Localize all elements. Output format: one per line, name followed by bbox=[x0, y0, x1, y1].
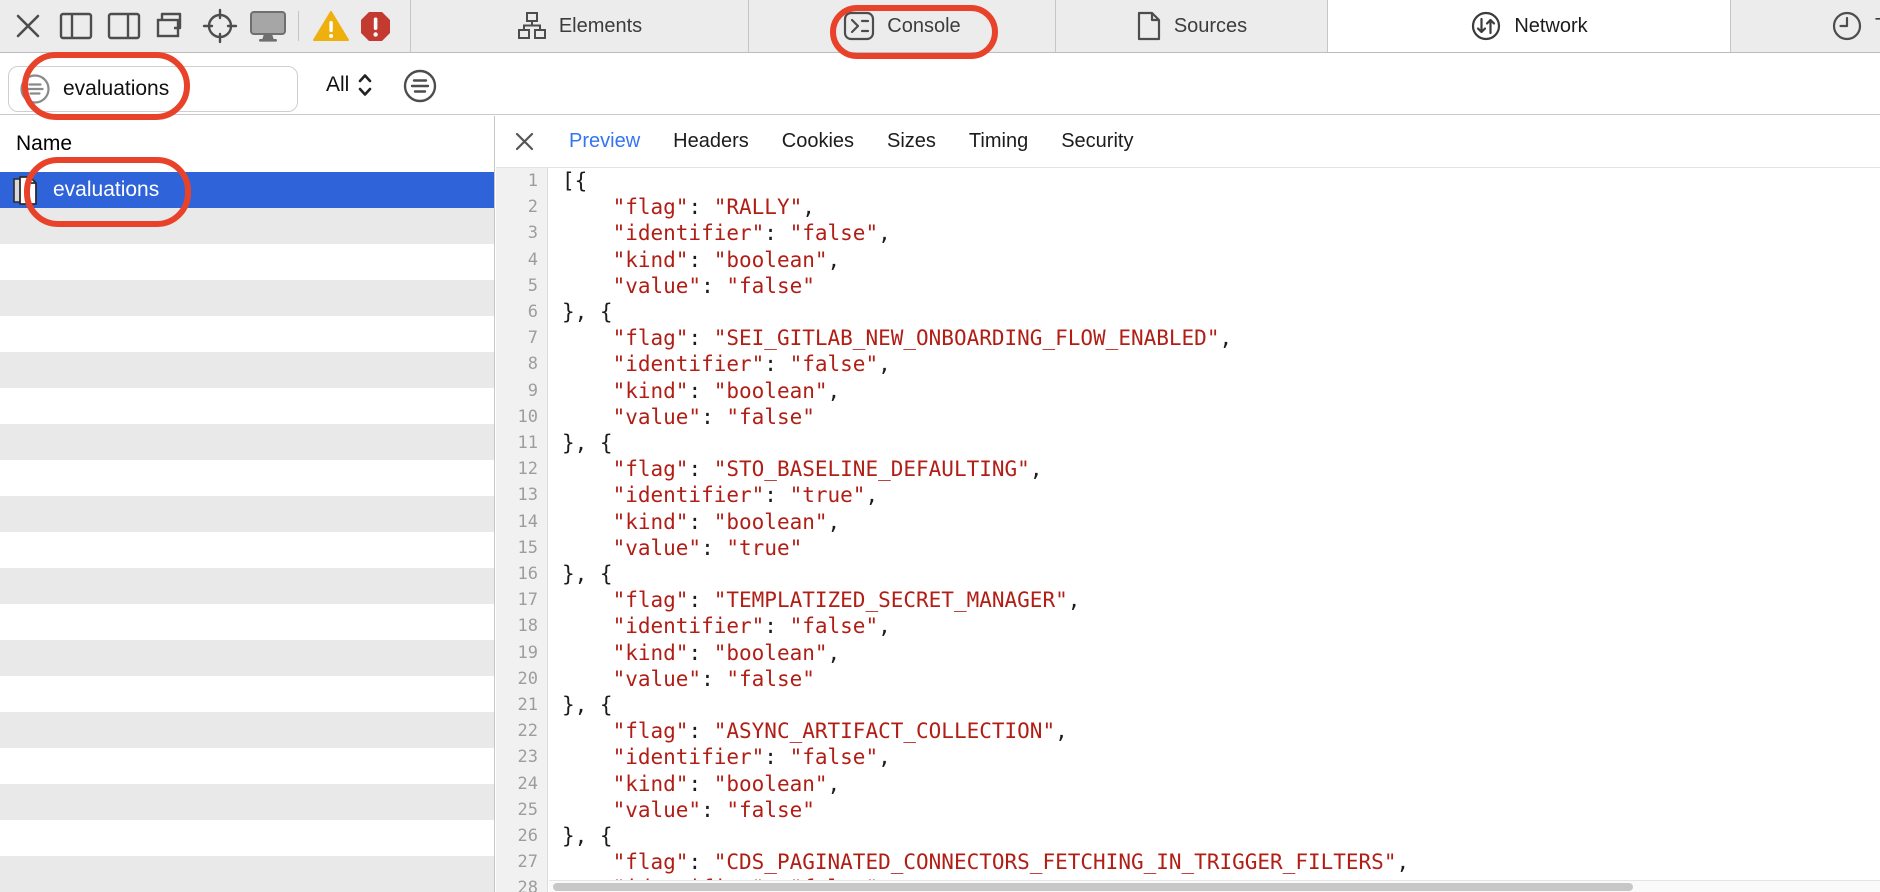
empty-list-row bbox=[0, 676, 494, 712]
empty-list-row bbox=[0, 352, 494, 388]
empty-list-row bbox=[0, 208, 494, 244]
empty-list-row bbox=[0, 424, 494, 460]
resource-detail-panel: Preview Headers Cookies Sizes Timing Sec… bbox=[496, 116, 1880, 892]
filter-circle-icon bbox=[19, 73, 51, 105]
warning-icon[interactable] bbox=[309, 6, 353, 46]
sources-icon bbox=[1136, 11, 1162, 41]
detail-tab-bar: Preview Headers Cookies Sizes Timing Sec… bbox=[496, 116, 1880, 168]
close-inspector-button[interactable] bbox=[8, 6, 48, 46]
request-rows: evaluations bbox=[0, 172, 494, 892]
detail-tab-security[interactable]: Security bbox=[1061, 130, 1133, 153]
document-icon bbox=[12, 175, 39, 206]
tab-label: Console bbox=[887, 15, 960, 38]
inspector-top-bar: Elements Console Sources Network T bbox=[0, 0, 1880, 53]
detail-tab-cookies[interactable]: Cookies bbox=[782, 130, 854, 153]
detail-tab-timing[interactable]: Timing bbox=[969, 130, 1028, 153]
tab-label: Elements bbox=[559, 15, 642, 38]
empty-list-row bbox=[0, 460, 494, 496]
empty-list-row bbox=[0, 280, 494, 316]
empty-list-row bbox=[0, 712, 494, 748]
empty-list-row bbox=[0, 640, 494, 676]
console-icon bbox=[843, 11, 875, 41]
json-code: [{ "flag": "RALLY", "identifier": "false… bbox=[548, 168, 1880, 892]
tab-network[interactable]: Network bbox=[1327, 0, 1730, 52]
device-icon[interactable] bbox=[248, 6, 288, 46]
tab-timelines[interactable]: T bbox=[1730, 0, 1880, 52]
filter-circle-icon bbox=[402, 68, 438, 104]
toolbar-separator bbox=[298, 11, 299, 41]
element-picker-icon[interactable] bbox=[200, 6, 240, 46]
request-row-evaluations[interactable]: evaluations bbox=[0, 172, 494, 208]
clock-icon bbox=[1831, 10, 1863, 42]
empty-list-row bbox=[0, 244, 494, 280]
detail-tab-headers[interactable]: Headers bbox=[673, 130, 749, 153]
empty-list-row bbox=[0, 316, 494, 352]
empty-list-row bbox=[0, 568, 494, 604]
dock-left-icon[interactable] bbox=[56, 6, 96, 46]
resource-search-input[interactable]: evaluations bbox=[8, 66, 298, 112]
network-icon bbox=[1470, 10, 1502, 42]
tab-label: Network bbox=[1514, 15, 1587, 38]
request-list-panel: Name evaluations bbox=[0, 116, 495, 892]
tab-label: Sources bbox=[1174, 15, 1247, 38]
name-column-header[interactable]: Name bbox=[0, 116, 494, 172]
tab-console[interactable]: Console bbox=[748, 0, 1055, 52]
horizontal-scrollbar-thumb[interactable] bbox=[553, 883, 1633, 891]
empty-list-row bbox=[0, 532, 494, 568]
filter-options-button[interactable] bbox=[402, 68, 438, 104]
cascade-windows-icon[interactable] bbox=[152, 6, 192, 46]
detail-tab-sizes[interactable]: Sizes bbox=[887, 130, 936, 153]
empty-list-row bbox=[0, 820, 494, 856]
scope-label: All bbox=[326, 73, 349, 97]
search-value: evaluations bbox=[63, 77, 169, 101]
resource-type-dropdown[interactable]: All bbox=[326, 54, 373, 115]
tab-elements[interactable]: Elements bbox=[410, 0, 748, 52]
line-number-gutter: 1234567891011121314151617181920212223242… bbox=[496, 168, 548, 892]
request-name: evaluations bbox=[53, 178, 159, 202]
network-filter-bar: evaluations All bbox=[0, 54, 1880, 115]
chevron-up-down-icon bbox=[357, 72, 373, 98]
tab-label: T bbox=[1875, 15, 1880, 38]
detail-tab-preview[interactable]: Preview bbox=[569, 130, 640, 153]
empty-list-row bbox=[0, 784, 494, 820]
empty-list-row bbox=[0, 388, 494, 424]
dock-right-icon[interactable] bbox=[104, 6, 144, 46]
elements-icon bbox=[517, 11, 547, 41]
json-preview: 1234567891011121314151617181920212223242… bbox=[496, 168, 1880, 892]
empty-list-row bbox=[0, 604, 494, 640]
close-detail-button[interactable] bbox=[512, 130, 536, 154]
empty-list-row bbox=[0, 856, 494, 892]
horizontal-scrollbar bbox=[549, 880, 1880, 892]
error-icon[interactable] bbox=[353, 6, 397, 46]
empty-list-row bbox=[0, 496, 494, 532]
inspector-tab-bar: Elements Console Sources Network T bbox=[410, 0, 1880, 52]
empty-list-row bbox=[0, 748, 494, 784]
inspector-toolbar bbox=[0, 0, 410, 52]
tab-sources[interactable]: Sources bbox=[1055, 0, 1327, 52]
